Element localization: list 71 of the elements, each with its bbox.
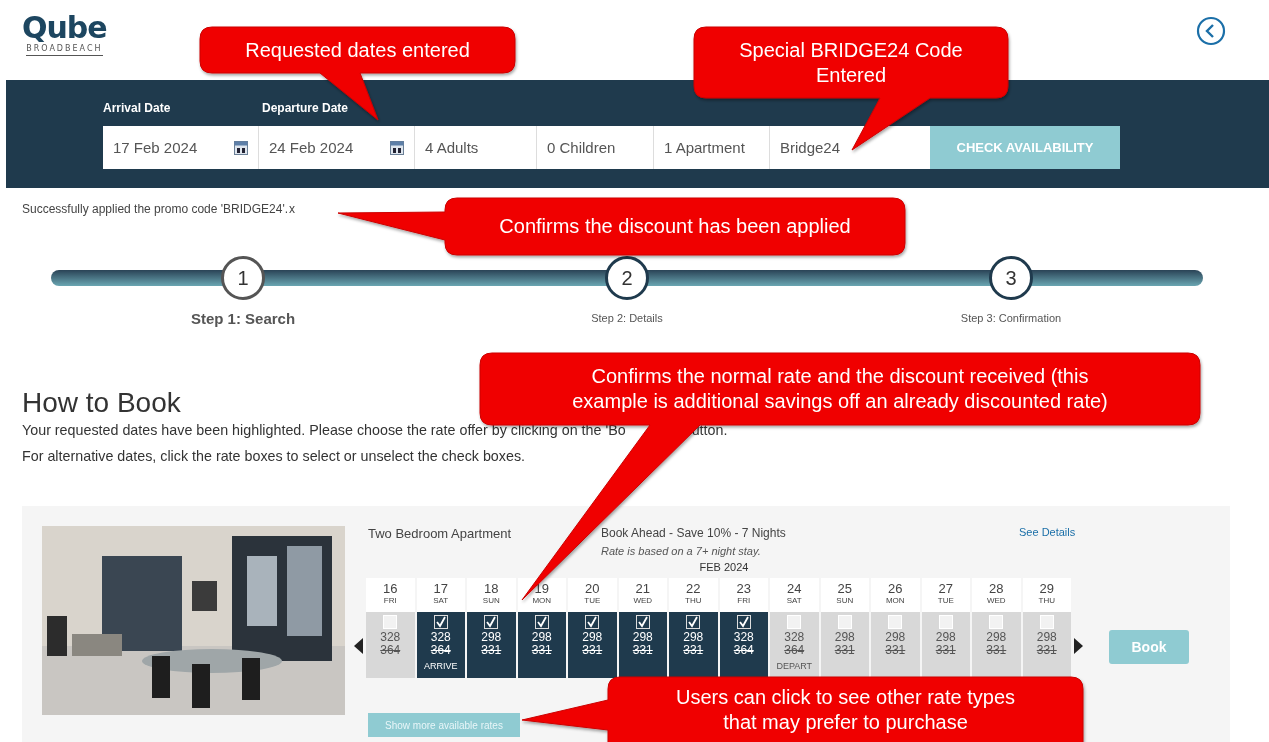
previous-arrow-icon[interactable] (354, 637, 363, 654)
day-header: 18 SUN (467, 578, 516, 612)
instruction-text: For alternative dates, click the rate boxes to select or unselect the check boxes. (22, 447, 527, 466)
step-label: Step 2: Details (591, 312, 663, 324)
day-header: 26 MON (871, 578, 920, 612)
instruction-text: utton. (691, 421, 728, 440)
field-label: Arrival Date (103, 101, 172, 117)
input-field[interactable]: Bridge24 (770, 126, 930, 169)
month-label: FEB 2024 (698, 561, 750, 573)
see-details-link[interactable]: See Details (1019, 526, 1076, 557)
callout-text: Users can click to see other rate types that may prefer to purchase (675, 684, 1015, 735)
checkbox[interactable] (736, 615, 751, 629)
checkbox[interactable] (433, 615, 448, 629)
rate-cell[interactable]: 298 331 (467, 612, 516, 678)
rate-cell[interactable]: 298 331 (618, 612, 667, 678)
step-label: Step 3: Confirmation (960, 312, 1062, 324)
day-header: 21 WED (618, 578, 667, 612)
calendar-icon[interactable] (234, 140, 248, 155)
rate-cell[interactable]: 328 364 (719, 612, 768, 678)
rate-cell[interactable]: 328 364 ARRIVE (416, 612, 465, 678)
callout-text: Requested dates entered (245, 37, 470, 63)
step-circle: 3 (989, 256, 1033, 300)
back-icon[interactable] (1196, 16, 1226, 46)
input-field[interactable]: 17 Feb 2024 (103, 126, 259, 169)
callout-text: Special BRIDGE24 Code Entered (739, 37, 963, 88)
checkbox[interactable] (585, 615, 600, 629)
rate-cell[interactable]: 298 331 (972, 612, 1021, 678)
input-field[interactable]: 24 Feb 2024 (259, 126, 415, 169)
callout-text: Confirms the normal rate and the discount received (this example is additional savings off an already discounted rate) (572, 364, 1108, 414)
next-arrow-icon[interactable] (1074, 637, 1083, 654)
rate-cell[interactable]: 298 331 (871, 612, 920, 678)
section-title: How to Book (22, 388, 181, 418)
rate-cell[interactable]: 298 331 (1022, 612, 1071, 678)
day-header: 16 FRI (366, 578, 415, 612)
rate-cell[interactable]: 328 364 DEPART (770, 612, 819, 678)
calendar-icon[interactable] (390, 140, 404, 155)
rate-name: Book Ahead - Save 10% - 7 Nights (601, 526, 787, 540)
logo[interactable]: Qube BROADBEACH (22, 12, 107, 56)
day-header: 29 THU (1022, 578, 1071, 612)
day-header: 19 MON (517, 578, 566, 612)
input-field[interactable]: 0 Children (537, 126, 654, 169)
day-header: 23 FRI (719, 578, 768, 612)
rate-cell[interactable]: 298 331 (921, 612, 970, 678)
instruction-text: Your requested dates have been highlighted. Please choose the rate offer by clicking on the 'Bo (22, 421, 626, 440)
input-field[interactable]: 4 Adults (415, 126, 537, 169)
rate-note: Rate is based on a 7+ night stay. (601, 545, 762, 557)
day-header: 24 SAT (770, 578, 819, 612)
day-header: 20 TUE (568, 578, 617, 612)
day-header: 28 WED (972, 578, 1021, 612)
rate-cell[interactable]: 298 331 (820, 612, 869, 678)
step-label: Step 1: Search (190, 310, 296, 327)
day-header: 17 SAT (416, 578, 465, 612)
field-label: Departure Date (262, 101, 350, 117)
room-name: Two Bedroom Apartment (368, 526, 513, 543)
step-circle: 1 (221, 256, 265, 300)
callout-text: Confirms the discount has been applied (499, 214, 851, 239)
checkbox[interactable] (635, 615, 650, 629)
rate-cell[interactable]: 298 331 (669, 612, 718, 678)
rate-cell[interactable]: 328 364 (366, 612, 415, 678)
day-header: 27 TUE (921, 578, 970, 612)
success-message: Successfully applied the promo code 'BRIDGE24'. (22, 202, 289, 216)
step-circle: 2 (605, 256, 649, 300)
day-header: 22 THU (669, 578, 718, 612)
checkbox[interactable] (534, 615, 549, 629)
checkbox[interactable] (484, 615, 499, 629)
close-button[interactable]: x (289, 202, 296, 216)
input-field[interactable]: 1 Apartment (654, 126, 770, 169)
rate-cell[interactable]: 298 331 (517, 612, 566, 678)
day-header: 25 SUN (820, 578, 869, 612)
checkbox[interactable] (686, 615, 701, 629)
rate-cell[interactable]: 298 331 (568, 612, 617, 678)
